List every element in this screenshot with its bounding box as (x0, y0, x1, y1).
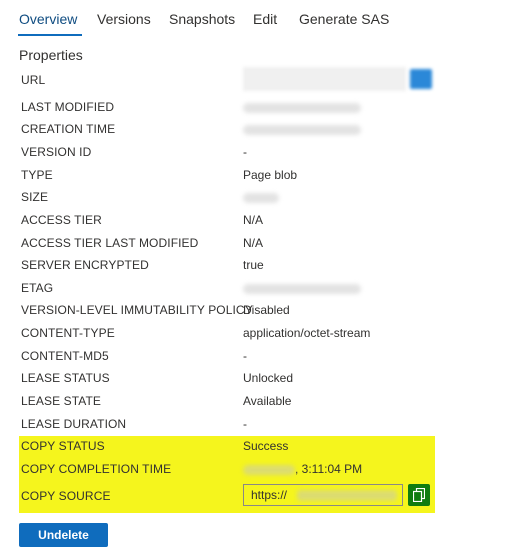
property-row-access-tier-last-modified: ACCESS TIER LAST MODIFIED N/A (21, 233, 511, 253)
tab-bar: Overview Versions Snapshots Edit Generat… (0, 0, 529, 38)
property-label: VERSION ID (21, 145, 92, 159)
copy-source-text: https:// (251, 488, 288, 502)
copy-source-field[interactable]: https:// (243, 484, 403, 506)
property-row-content-md5: CONTENT-MD5 - (21, 346, 511, 366)
property-label: COPY STATUS (21, 439, 105, 453)
property-row-lease-status: LEASE STATUS Unlocked (21, 368, 511, 388)
property-row-copy-status: COPY STATUS Success (21, 436, 511, 456)
tab-overview[interactable]: Overview (19, 11, 77, 27)
property-label: TYPE (21, 168, 53, 182)
property-value: N/A (243, 213, 264, 227)
property-row-lease-duration: LEASE DURATION - (21, 414, 511, 434)
copy-to-clipboard-button[interactable] (408, 484, 430, 506)
property-label: LEASE DURATION (21, 417, 127, 431)
property-value: - (243, 417, 247, 431)
property-row-last-modified: LAST MODIFIED (21, 97, 511, 117)
property-value: Disabled (243, 303, 290, 317)
property-row-copy-completion-time: COPY COMPLETION TIME , 3:11:04 PM (21, 459, 511, 479)
property-row-server-encrypted: SERVER ENCRYPTED true (21, 255, 511, 275)
property-value (243, 122, 361, 136)
property-row-immutability-policy: VERSION-LEVEL IMMUTABILITY POLICY Disabl… (21, 300, 511, 320)
tab-snapshots[interactable]: Snapshots (169, 11, 235, 27)
copy-completion-time-text: , 3:11:04 PM (295, 462, 363, 476)
property-value: application/octet-stream (243, 326, 371, 340)
property-row-access-tier: ACCESS TIER N/A (21, 210, 511, 230)
active-tab-indicator (18, 34, 82, 36)
properties-heading: Properties (19, 47, 83, 63)
property-label: ACCESS TIER LAST MODIFIED (21, 236, 199, 250)
tab-versions[interactable]: Versions (97, 11, 151, 27)
property-label: URL (21, 73, 46, 87)
property-label: COPY COMPLETION TIME (21, 462, 172, 476)
property-value: true (243, 258, 264, 272)
property-value: Page blob (243, 168, 298, 182)
property-label: LEASE STATUS (21, 371, 110, 385)
property-label: COPY SOURCE (21, 489, 111, 503)
property-row-creation-time: CREATION TIME (21, 119, 511, 139)
property-value: Unlocked (243, 371, 294, 385)
property-value (243, 190, 279, 204)
property-row-version-id: VERSION ID - (21, 142, 511, 162)
property-label: CONTENT-MD5 (21, 349, 109, 363)
property-label: CREATION TIME (21, 122, 116, 136)
url-field[interactable] (243, 67, 432, 91)
property-value (243, 100, 361, 114)
property-label: VERSION-LEVEL IMMUTABILITY POLICY (21, 303, 253, 317)
property-value: - (243, 145, 247, 159)
property-value: , 3:11:04 PM (243, 462, 362, 476)
property-label: ETAG (21, 281, 54, 295)
tab-edit[interactable]: Edit (253, 11, 277, 27)
property-value (243, 281, 361, 295)
copy-icon (413, 488, 425, 502)
property-label: SERVER ENCRYPTED (21, 258, 149, 272)
property-row-type: TYPE Page blob (21, 165, 511, 185)
property-value: Success (243, 439, 289, 453)
property-label: SIZE (21, 190, 49, 204)
property-label: CONTENT-TYPE (21, 326, 115, 340)
property-row-etag: ETAG (21, 278, 511, 298)
property-label: ACCESS TIER (21, 213, 102, 227)
property-row-content-type: CONTENT-TYPE application/octet-stream (21, 323, 511, 343)
undelete-button[interactable]: Undelete (19, 523, 108, 547)
property-row-size: SIZE (21, 187, 511, 207)
property-row-lease-state: LEASE STATE Available (21, 391, 511, 411)
tab-generate-sas[interactable]: Generate SAS (299, 11, 389, 27)
property-label: LAST MODIFIED (21, 100, 115, 114)
url-input[interactable] (243, 67, 406, 91)
property-value: - (243, 349, 247, 363)
copy-source-redacted (297, 490, 397, 501)
copy-url-icon[interactable] (410, 69, 432, 89)
property-label: LEASE STATE (21, 394, 102, 408)
property-value: N/A (243, 236, 264, 250)
property-value: Available (243, 394, 292, 408)
